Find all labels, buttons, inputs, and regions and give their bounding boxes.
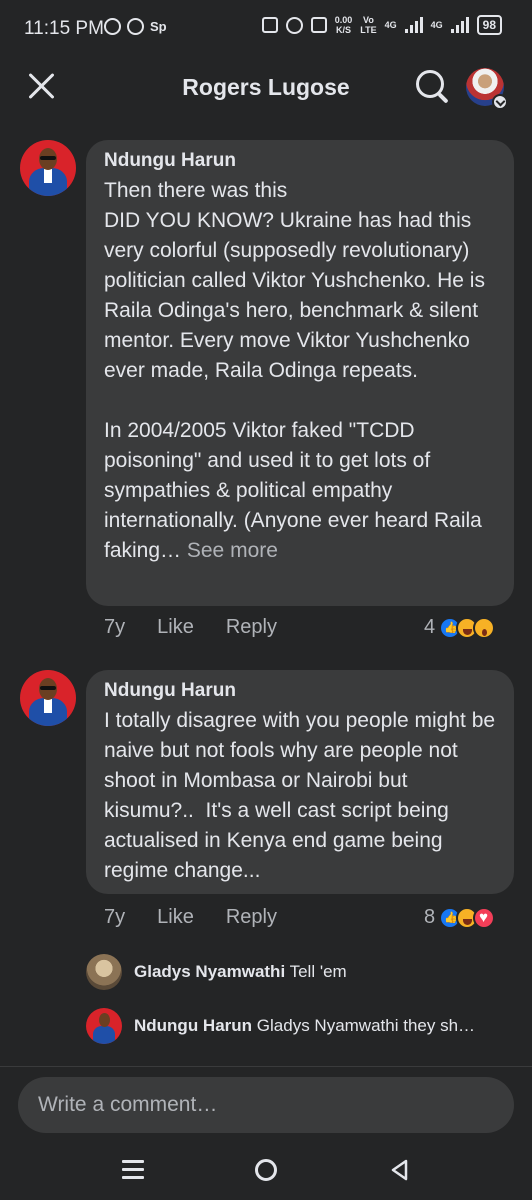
whatsapp-icon [127, 18, 144, 35]
volte-indicator: Vo LTE [360, 15, 376, 35]
avatar[interactable] [86, 954, 122, 990]
home-icon[interactable] [255, 1159, 277, 1181]
signal-icon [450, 17, 469, 33]
volte-top: Vo [363, 15, 374, 25]
avatar-shirt [44, 169, 52, 183]
reply-body: Tell 'em [289, 962, 347, 981]
battery-icon: 98 [476, 15, 502, 35]
status-bar: 11:15 PM Sp 0.00 K/S Vo LTE 4G 4G 98 [0, 0, 532, 56]
network-type-2: 4G [430, 20, 443, 30]
reply-text: Gladys Nyamwathi Tell 'em [134, 962, 347, 982]
love-reaction-icon [473, 906, 496, 929]
status-notification-icons: Sp [104, 18, 167, 35]
volte-bottom: LTE [360, 25, 377, 35]
status-system-icons: 0.00 K/S Vo LTE 4G 4G 98 [261, 15, 502, 35]
comment-time: 7y [104, 616, 126, 638]
comment-author[interactable]: Ndungu Harun [104, 680, 496, 702]
comment-composer [0, 1066, 532, 1142]
copyright-notification-icon [104, 18, 121, 35]
avatar-head [99, 1013, 110, 1027]
reply-body: Gladys Nyamwathi they sh… [256, 1016, 476, 1035]
search-icon-handle [437, 92, 449, 104]
chevron-down-icon [492, 94, 508, 110]
comment-actions: 7y Like Reply [104, 906, 277, 929]
net-speed-unit: K/S [335, 25, 351, 35]
search-icon[interactable] [414, 68, 452, 106]
avatar[interactable] [20, 140, 76, 196]
comment-bubble[interactable]: Ndungu Harun I totally disagree with you… [86, 670, 514, 894]
wow-reaction-icon [473, 616, 496, 639]
reaction-summary[interactable]: 4 [424, 616, 496, 639]
comment-bubble[interactable]: Ndungu Harun Then there was this DID YOU… [86, 140, 514, 606]
comment-author[interactable]: Ndungu Harun [104, 150, 496, 172]
see-more-link[interactable]: See more [187, 539, 278, 562]
system-nav-bar [0, 1142, 532, 1200]
reply-preview[interactable]: Gladys Nyamwathi Tell 'em [86, 954, 347, 990]
alarm-icon [285, 16, 303, 34]
nfc-icon [310, 17, 327, 33]
reply-author[interactable]: Ndungu Harun [134, 1016, 252, 1035]
avatar-shirt [44, 699, 52, 713]
like-button[interactable]: Like [157, 906, 194, 929]
net-speed-value: 0.00 [334, 15, 353, 25]
profile-avatar[interactable] [466, 68, 508, 110]
reply-author[interactable]: Gladys Nyamwathi [134, 962, 285, 981]
reply-button[interactable]: Reply [226, 616, 277, 639]
reply-preview[interactable]: Ndungu Harun Gladys Nyamwathi they sh… [86, 1008, 475, 1044]
comment-text: I totally disagree with you people might… [104, 709, 501, 882]
net-speed: 0.00 K/S [335, 15, 353, 35]
avatar[interactable] [20, 670, 76, 726]
signal-icon [404, 17, 423, 33]
network-type-1: 4G [384, 20, 397, 30]
back-icon[interactable] [388, 1158, 410, 1182]
header: Rogers Lugose [0, 56, 532, 120]
comment-time: 7y [104, 906, 126, 928]
reaction-count: 8 [424, 906, 436, 928]
status-time: 11:15 PM [24, 18, 104, 39]
vibrate-icon [261, 17, 278, 33]
avatar-glasses [40, 156, 56, 160]
sp-notification-icon: Sp [150, 19, 167, 34]
recent-apps-icon[interactable] [122, 1160, 144, 1180]
comment-text-body: Then there was this DID YOU KNOW? Ukrain… [104, 179, 485, 562]
comment-actions: 7y Like Reply [104, 616, 277, 639]
page-title: Rogers Lugose [182, 74, 350, 100]
avatar[interactable] [86, 1008, 122, 1044]
reply-button[interactable]: Reply [226, 906, 277, 929]
like-button[interactable]: Like [157, 616, 194, 639]
comment-text: Then there was this DID YOU KNOW? Ukrain… [104, 176, 496, 566]
comment-input[interactable] [18, 1077, 514, 1133]
reaction-count: 4 [424, 616, 436, 638]
avatar-glasses [40, 686, 56, 690]
reaction-summary[interactable]: 8 [424, 906, 496, 929]
reply-text: Ndungu Harun Gladys Nyamwathi they sh… [134, 1016, 475, 1036]
avatar-body [93, 1026, 115, 1044]
